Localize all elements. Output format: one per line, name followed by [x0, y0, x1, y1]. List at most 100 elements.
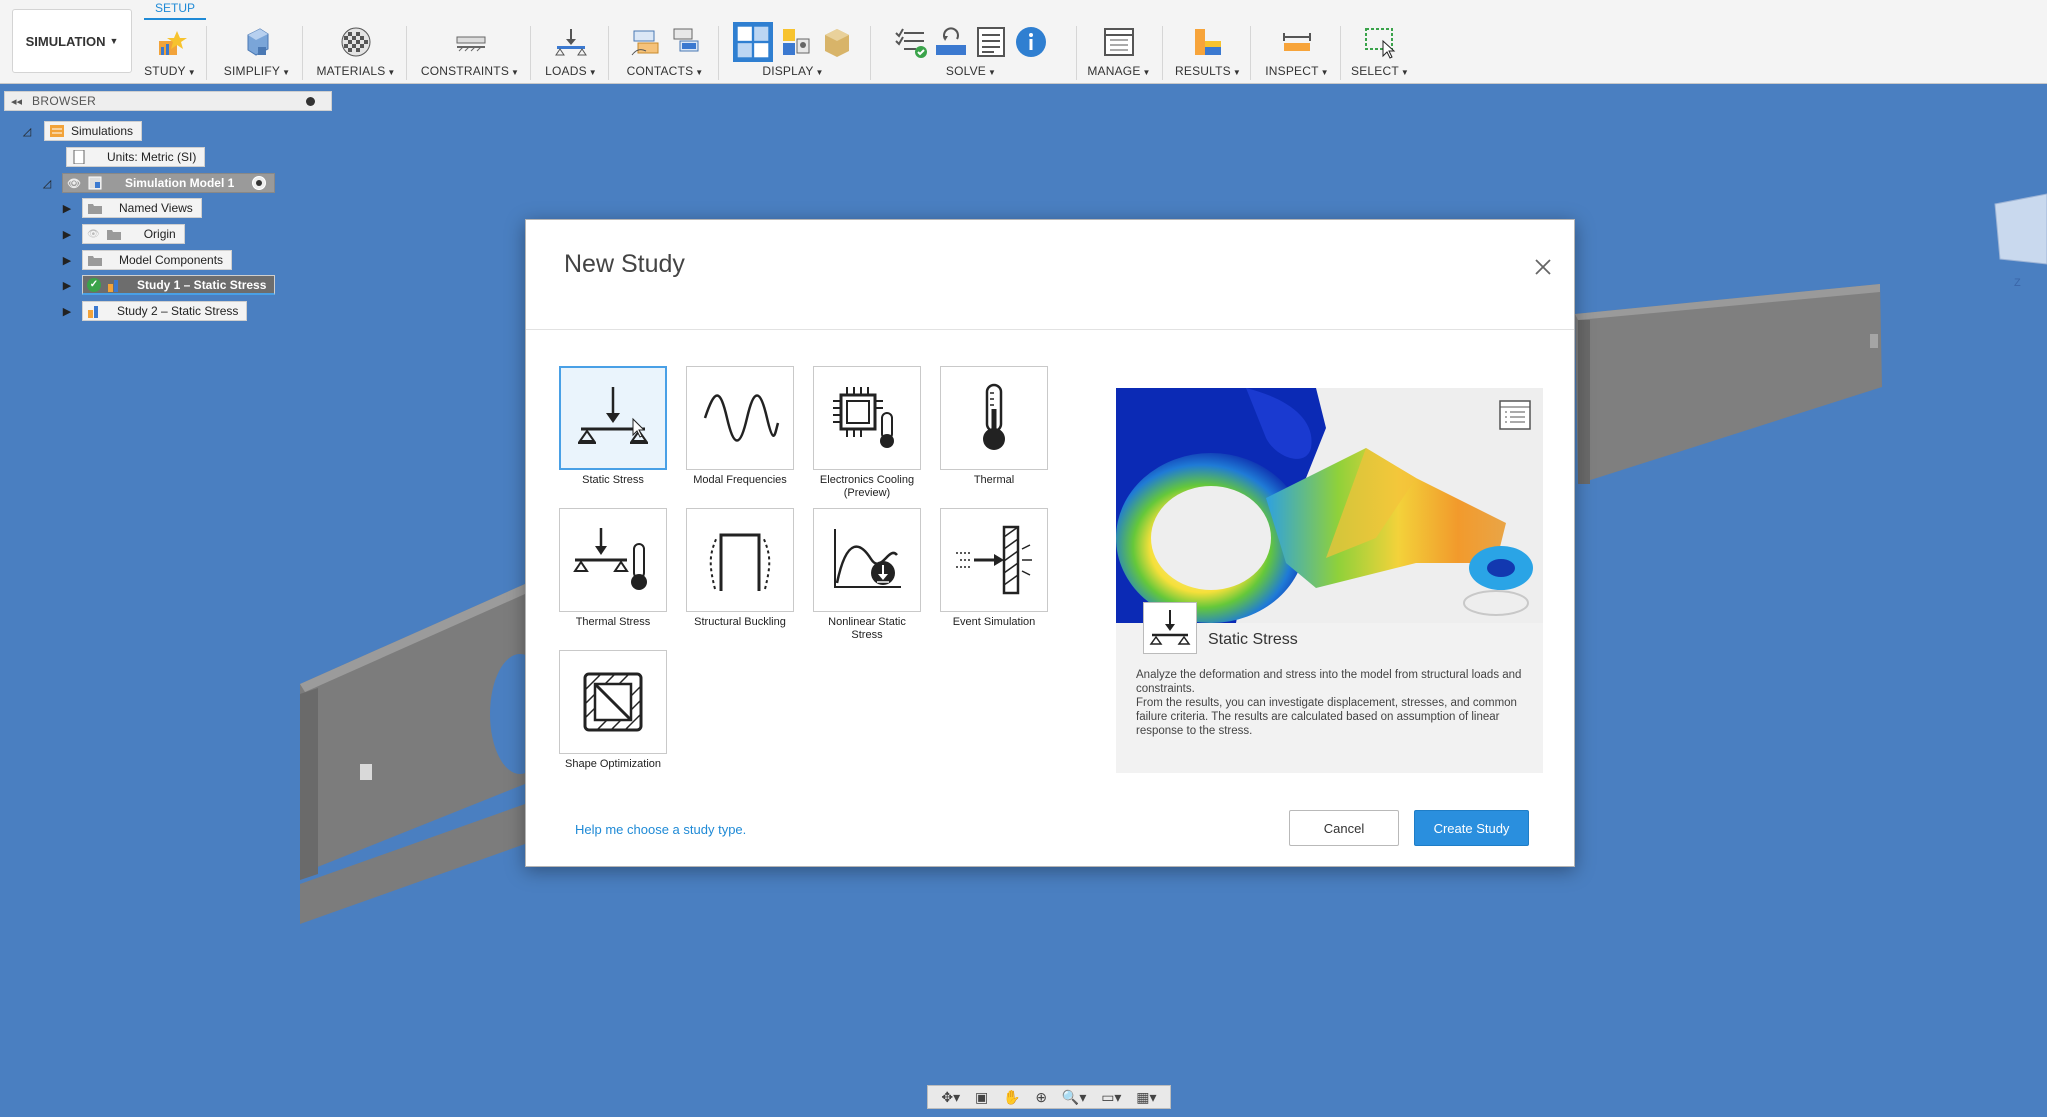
solve-group[interactable]: SOLVE ▼	[880, 22, 1062, 82]
study-type-event-simulation[interactable]: Event Simulation	[940, 508, 1048, 629]
zoom-icon[interactable]: ⊕	[1035, 1089, 1047, 1106]
info-icon[interactable]	[1014, 25, 1048, 59]
window-select-icon	[1365, 28, 1396, 59]
svg-text:Z: Z	[2014, 277, 2021, 289]
simplify-label: SIMPLIFY	[223, 64, 281, 78]
tree-item-study-1[interactable]: ▶ ✓ Study 1 – Static Stress	[60, 274, 276, 296]
solve-icon[interactable]	[934, 25, 968, 59]
collapse-arrows-icon[interactable]: ◂◂	[11, 95, 22, 108]
simplify-group[interactable]: SIMPLIFY ▼	[222, 22, 292, 82]
pan-icon[interactable]: ✋	[1003, 1089, 1020, 1106]
tree-label: Study 2 – Static Stress	[117, 304, 239, 318]
document-icon	[73, 150, 85, 164]
navigation-bar: ✥▾ ▣ ✋ ⊕ 🔍▾ ▭▾ ▦▾	[927, 1085, 1171, 1109]
visibility-icon[interactable]	[779, 25, 813, 59]
modal-frequencies-icon	[703, 394, 780, 442]
select-group[interactable]: SELECT ▼	[1346, 22, 1414, 82]
study-type-static-stress[interactable]: Static Stress	[559, 366, 667, 487]
study-type-modal-frequencies[interactable]: Modal Frequencies	[686, 366, 794, 487]
tree-item-study-2[interactable]: ▶ Study 2 – Static Stress	[60, 300, 248, 322]
tree-item-simulations[interactable]: ◿ Simulations	[20, 120, 143, 142]
pin-icon[interactable]	[306, 97, 315, 106]
tab-setup[interactable]: SETUP	[144, 0, 206, 20]
tile-sublabel: (Preview)	[843, 487, 891, 499]
cancel-button[interactable]: Cancel	[1289, 810, 1399, 846]
tile-label: Thermal Stress	[575, 616, 651, 628]
study-type-nonlinear-static-stress[interactable]: Nonlinear Static Stress	[813, 508, 921, 642]
manage-icon	[1104, 28, 1134, 56]
study-type-electronics-cooling[interactable]: Electronics Cooling (Preview)	[813, 366, 921, 500]
study-label: STUDY	[144, 64, 186, 78]
expand-triangle-icon[interactable]: ▶	[60, 228, 74, 241]
look-at-icon[interactable]: ▣	[975, 1089, 988, 1106]
tile-label: Modal Frequencies	[693, 474, 787, 486]
workspace-label: SIMULATION	[25, 33, 106, 49]
study-type-thermal-stress[interactable]: Thermal Stress	[559, 508, 667, 629]
display-mode-icon[interactable]: ▭▾	[1101, 1089, 1121, 1106]
browser-header[interactable]: ◂◂ BROWSER	[4, 91, 332, 111]
pre-check-icon[interactable]	[894, 25, 928, 59]
preview-description: Analyze the deformation and stress into …	[1136, 668, 1531, 738]
expand-triangle-icon[interactable]: ▶	[60, 279, 74, 292]
thermal-stress-icon	[573, 528, 647, 590]
folder-icon	[88, 256, 102, 266]
toolbar: SIMULATION ▼ SETUP STUDY ▼ SIMPLIFY ▼ MA…	[0, 0, 2047, 84]
tile-label: Thermal	[973, 474, 1015, 486]
tree-item-simulation-model[interactable]: ◿ 👁 Simulation Model 1	[40, 172, 276, 194]
stress-result-image	[1116, 388, 1543, 623]
static-stress-icon	[578, 387, 648, 444]
constraints-group[interactable]: CONSTRAINTS ▼	[420, 22, 520, 82]
study-icon	[108, 279, 118, 292]
create-study-button[interactable]: Create Study	[1414, 810, 1529, 846]
model-display-icon[interactable]	[819, 25, 853, 59]
results-group[interactable]: RESULTS ▼	[1172, 22, 1244, 82]
list-view-icon[interactable]	[1499, 400, 1531, 430]
workspace-switcher[interactable]: SIMULATION ▼	[12, 9, 132, 73]
tile-label: Structural Buckling	[694, 616, 786, 628]
tree-item-origin[interactable]: ▶ 👁 Origin	[60, 223, 185, 245]
zoom-window-icon[interactable]: 🔍▾	[1062, 1089, 1086, 1106]
constraint-icon	[456, 36, 486, 52]
study-group[interactable]: STUDY ▼	[140, 22, 200, 82]
constraints-label: CONSTRAINTS	[420, 64, 510, 78]
study-icon	[88, 306, 98, 318]
tree-label: Study 1 – Static Stress	[137, 277, 267, 292]
tile-label: Event Simulation	[952, 616, 1036, 628]
tree-item-units[interactable]: Units: Metric (SI)	[66, 146, 206, 168]
new-study-icon	[159, 31, 187, 55]
tile-label: Nonlinear Static	[828, 616, 906, 628]
display-settings-icon[interactable]	[733, 22, 773, 62]
contacts-group[interactable]: CONTACTS ▼	[620, 22, 710, 82]
simplify-icon	[247, 28, 269, 56]
results-icon	[1195, 29, 1221, 55]
eye-icon[interactable]: 👁	[67, 177, 81, 190]
expand-triangle-icon[interactable]: ▶	[60, 305, 74, 318]
materials-group[interactable]: MATERIALS ▼	[316, 22, 396, 82]
description-line-2: From the results, you can investigate di…	[1136, 697, 1517, 737]
manage-group[interactable]: MANAGE ▼	[1086, 22, 1152, 82]
study-type-thermal[interactable]: Thermal	[940, 366, 1048, 487]
study-type-structural-buckling[interactable]: Structural Buckling	[686, 508, 794, 629]
structural-buckling-icon	[709, 533, 771, 591]
tree-item-model-components[interactable]: ▶ Model Components	[60, 249, 233, 271]
job-status-icon[interactable]	[974, 25, 1008, 59]
expand-triangle-icon[interactable]: ▶	[60, 254, 74, 267]
help-link[interactable]: Help me choose a study type.	[575, 822, 746, 837]
expand-triangle-icon[interactable]: ▶	[60, 202, 74, 215]
tree-item-named-views[interactable]: ▶ Named Views	[60, 197, 202, 219]
collapse-triangle-icon[interactable]: ◿	[40, 177, 54, 190]
tile-sublabel: Stress	[851, 629, 883, 641]
grid-icon[interactable]: ▦▾	[1136, 1089, 1156, 1106]
display-group[interactable]: DISPLAY ▼	[728, 22, 858, 82]
study-preview-panel: Static Stress Analyze the deformation an…	[1116, 388, 1543, 773]
close-icon[interactable]	[1532, 256, 1554, 278]
collapse-triangle-icon[interactable]: ◿	[20, 125, 34, 138]
orbit-icon[interactable]: ✥▾	[941, 1089, 960, 1106]
loads-group[interactable]: LOADS ▼	[542, 22, 600, 82]
check-circle-icon: ✓	[87, 277, 101, 292]
eye-hidden-icon[interactable]: 👁	[87, 229, 100, 240]
inspect-group[interactable]: INSPECT ▼	[1260, 22, 1334, 82]
study-type-shape-optimization[interactable]: Shape Optimization	[559, 650, 667, 771]
loads-label: LOADS	[545, 64, 587, 78]
radio-target-icon[interactable]	[252, 176, 267, 190]
